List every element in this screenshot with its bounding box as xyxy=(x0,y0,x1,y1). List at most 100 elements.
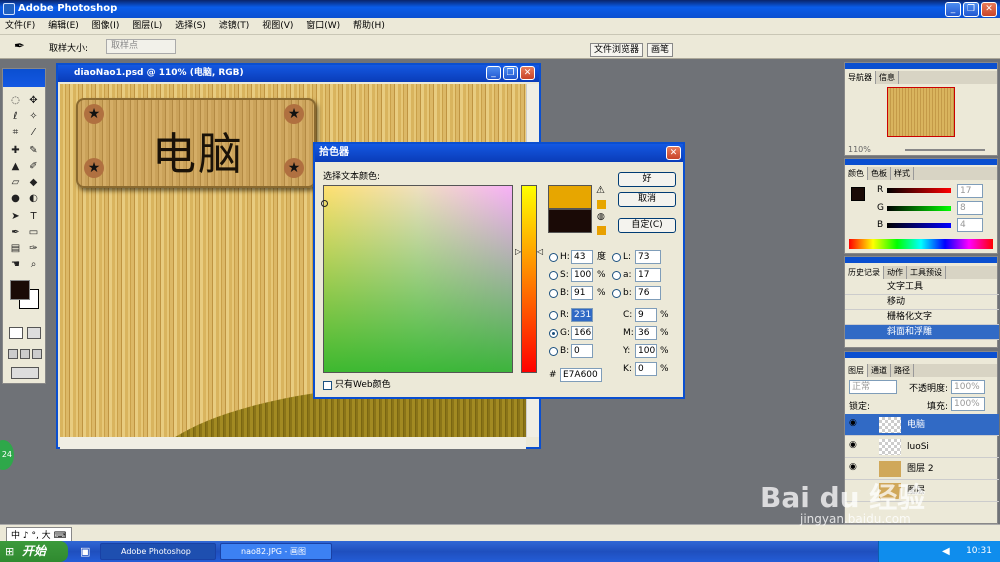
notification-badge[interactable]: 24 xyxy=(0,440,14,470)
hue-right-arrow-icon[interactable]: ◁ xyxy=(537,247,543,256)
eyedropper-tool-icon[interactable]: ✑ xyxy=(25,241,42,256)
tab-swatches[interactable]: 色板 xyxy=(868,167,891,180)
radio-lab-b[interactable] xyxy=(612,289,621,298)
radio-s[interactable] xyxy=(549,271,558,280)
menu-edit[interactable]: 编辑(E) xyxy=(43,18,84,35)
input-k[interactable]: 0 xyxy=(635,362,657,376)
pen-icon[interactable]: ✒ xyxy=(7,225,24,240)
ime-bar[interactable]: 中 ♪ °, 大 ⌨ xyxy=(6,527,72,542)
input-m[interactable]: 36 xyxy=(635,326,657,340)
input-b[interactable]: 91 xyxy=(571,286,593,300)
input-h[interactable]: 43 xyxy=(571,250,593,264)
radio-g[interactable] xyxy=(549,329,558,338)
radio-h[interactable] xyxy=(549,253,558,262)
screen-mode-menu-icon[interactable] xyxy=(20,349,30,359)
input-y[interactable]: 100 xyxy=(635,344,657,358)
navigator-thumbnail[interactable] xyxy=(887,87,955,137)
task-paint[interactable]: nao82.JPG - 画图 xyxy=(220,543,332,560)
hue-left-arrow-icon[interactable]: ▷ xyxy=(515,247,521,256)
radio-blue[interactable] xyxy=(549,347,558,356)
crop-icon[interactable]: ⌗ xyxy=(7,125,24,140)
eyedropper-icon[interactable]: ✒ xyxy=(14,39,25,54)
move-icon[interactable]: ✥ xyxy=(25,93,42,108)
radio-a[interactable] xyxy=(612,271,621,280)
input-c[interactable]: 9 xyxy=(635,308,657,322)
color-spectrum-bar[interactable] xyxy=(849,239,993,249)
doc-close-button[interactable]: ✕ xyxy=(520,66,535,80)
color-g-input[interactable]: 8 xyxy=(957,201,983,215)
input-s[interactable]: 100 xyxy=(571,268,593,282)
doc-maximize-button[interactable]: ❐ xyxy=(503,66,518,80)
history-item[interactable]: 文字工具 xyxy=(845,280,999,295)
shape-icon[interactable]: ▭ xyxy=(25,225,42,240)
stamp-icon[interactable]: ▲ xyxy=(7,159,24,174)
bucket-icon[interactable]: ◆ xyxy=(25,175,42,190)
radio-b[interactable] xyxy=(549,289,558,298)
menu-filter[interactable]: 滤镜(T) xyxy=(214,18,255,35)
menu-view[interactable]: 视图(V) xyxy=(257,18,298,35)
horizontal-scrollbar[interactable] xyxy=(60,437,526,449)
tab-layers[interactable]: 图层 xyxy=(845,364,868,377)
current-color-swatch[interactable] xyxy=(548,209,592,233)
menu-help[interactable]: 帮助(H) xyxy=(348,18,390,35)
input-a[interactable]: 17 xyxy=(635,268,661,282)
lasso-icon[interactable]: ℓ xyxy=(7,109,24,124)
hue-slider[interactable] xyxy=(521,185,537,373)
tab-tool-presets[interactable]: 工具预设 xyxy=(907,266,946,279)
quicklaunch-icon[interactable]: ▣ xyxy=(80,545,90,558)
eye-icon[interactable]: ◉ xyxy=(849,418,857,428)
blend-mode-select[interactable]: 正常 xyxy=(849,380,897,394)
tab-channels[interactable]: 通道 xyxy=(868,364,891,377)
layer-row-selected[interactable]: 电脑 xyxy=(845,414,999,436)
magic-wand-icon[interactable]: ✧ xyxy=(25,109,42,124)
slice-icon[interactable]: ⁄ xyxy=(25,125,42,140)
picker-close-button[interactable]: ✕ xyxy=(666,146,681,160)
close-button[interactable]: ✕ xyxy=(981,2,997,17)
healing-brush-icon[interactable]: ✚ xyxy=(7,143,24,158)
eraser-icon[interactable]: ▱ xyxy=(7,175,24,190)
input-g[interactable]: 166 xyxy=(571,326,593,340)
tab-history[interactable]: 历史记录 xyxy=(845,266,884,279)
history-brush-icon[interactable]: ✐ xyxy=(25,159,42,174)
tab-brushes[interactable]: 画笔 xyxy=(647,43,674,57)
color-r-slider[interactable] xyxy=(887,188,951,193)
type-icon[interactable]: T xyxy=(25,209,42,224)
web-safe-swatch[interactable] xyxy=(597,226,606,235)
menu-file[interactable]: 文件(F) xyxy=(0,18,40,35)
hex-input[interactable]: E7A600 xyxy=(560,368,602,382)
color-b-input[interactable]: 4 xyxy=(957,218,983,232)
ok-button[interactable]: 好 xyxy=(618,172,676,187)
standard-mode-icon[interactable] xyxy=(9,327,23,339)
fill-input[interactable]: 100% xyxy=(951,397,985,411)
navigator-zoom-slider[interactable] xyxy=(905,149,985,151)
radio-r[interactable] xyxy=(549,311,558,320)
menu-image[interactable]: 图像(I) xyxy=(87,18,125,35)
web-safe-icon[interactable]: ◍ xyxy=(597,212,605,222)
notes-icon[interactable]: ▤ xyxy=(7,241,24,256)
screen-mode-full-icon[interactable] xyxy=(32,349,42,359)
jump-to-imageready-icon[interactable] xyxy=(11,367,39,379)
radio-l[interactable] xyxy=(612,253,621,262)
tab-info[interactable]: 信息 xyxy=(876,71,899,84)
layer-row[interactable]: luoSi xyxy=(845,436,999,458)
minimize-button[interactable]: _ xyxy=(945,2,961,17)
custom-button[interactable]: 自定(C) xyxy=(618,218,676,233)
screen-mode-icon[interactable] xyxy=(8,349,18,359)
tab-paths[interactable]: 路径 xyxy=(891,364,914,377)
volume-icon[interactable]: ◀ xyxy=(942,546,950,557)
input-r[interactable]: 231 xyxy=(571,308,593,322)
navigator-zoom[interactable]: 110% xyxy=(848,145,871,154)
tab-styles[interactable]: 样式 xyxy=(891,167,914,180)
cancel-button[interactable]: 取消 xyxy=(618,192,676,207)
zoom-icon[interactable]: ⌕ xyxy=(25,257,42,272)
path-select-icon[interactable]: ➤ xyxy=(7,209,24,224)
eye-icon[interactable]: ◉ xyxy=(849,440,857,450)
gamut-swatch[interactable] xyxy=(597,200,606,209)
history-item[interactable]: 栅格化文字 xyxy=(845,310,999,325)
brush-icon[interactable]: ✎ xyxy=(25,143,42,158)
panel-foreground-swatch[interactable] xyxy=(851,187,865,201)
tab-color[interactable]: 颜色 xyxy=(845,167,868,180)
foreground-color-swatch[interactable] xyxy=(10,280,30,300)
web-only-checkbox[interactable] xyxy=(323,381,332,390)
hand-icon[interactable]: ☚ xyxy=(7,257,24,272)
